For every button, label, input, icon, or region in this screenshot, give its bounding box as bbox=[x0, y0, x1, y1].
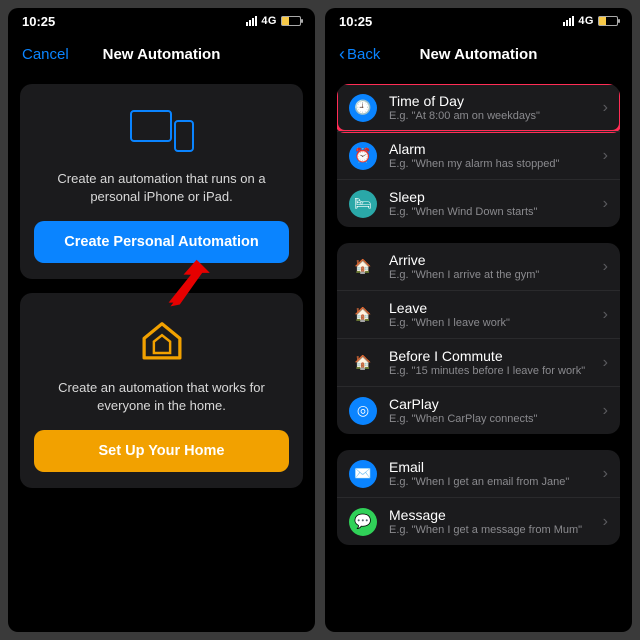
chevron-right-icon: › bbox=[603, 306, 608, 324]
row-title: Leave bbox=[389, 300, 591, 316]
chevron-right-icon: › bbox=[603, 465, 608, 483]
alarm-icon: ⏰ bbox=[349, 142, 377, 170]
battery-icon bbox=[598, 16, 618, 26]
trigger-row-clock[interactable]: 🕘 Time of DayE.g. "At 8:00 am on weekdays… bbox=[337, 84, 620, 131]
back-button[interactable]: ‹ Back bbox=[339, 45, 380, 63]
trigger-group: 🕘 Time of DayE.g. "At 8:00 am on weekdays… bbox=[337, 84, 620, 227]
row-subtitle: E.g. "When I leave work" bbox=[389, 317, 591, 329]
status-time: 10:25 bbox=[22, 14, 55, 29]
trigger-row-alarm[interactable]: ⏰ AlarmE.g. "When my alarm has stopped" › bbox=[337, 131, 620, 179]
row-subtitle: E.g. "When I arrive at the gym" bbox=[389, 269, 591, 281]
screen-create-automation: 10:25 4G Cancel New Automation Create an… bbox=[8, 8, 315, 632]
home-automation-card: Create an automation that works for ever… bbox=[20, 293, 303, 488]
row-subtitle: E.g. "When Wind Down starts" bbox=[389, 206, 591, 218]
row-subtitle: E.g. "When my alarm has stopped" bbox=[389, 158, 591, 170]
trigger-row-bed[interactable]: 🛏 SleepE.g. "When Wind Down starts" › bbox=[337, 179, 620, 227]
page-title: New Automation bbox=[420, 46, 538, 63]
devices-icon bbox=[34, 106, 289, 156]
row-title: Arrive bbox=[389, 252, 591, 268]
chevron-right-icon: › bbox=[603, 147, 608, 165]
home-desc: Create an automation that works for ever… bbox=[34, 379, 289, 414]
row-title: Sleep bbox=[389, 189, 591, 205]
row-title: Email bbox=[389, 459, 591, 475]
trigger-row-email[interactable]: ✉️ EmailE.g. "When I get an email from Ja… bbox=[337, 450, 620, 497]
network-label: 4G bbox=[578, 15, 594, 27]
chevron-right-icon: › bbox=[603, 195, 608, 213]
bed-icon: 🛏 bbox=[349, 190, 377, 218]
personal-automation-card: Create an automation that runs on a pers… bbox=[20, 84, 303, 279]
row-subtitle: E.g. "When CarPlay connects" bbox=[389, 413, 591, 425]
row-title: Before I Commute bbox=[389, 348, 591, 364]
set-up-home-button[interactable]: Set Up Your Home bbox=[34, 430, 289, 472]
chevron-right-icon: › bbox=[603, 258, 608, 276]
nav-bar: ‹ Back New Automation bbox=[325, 34, 632, 74]
row-subtitle: E.g. "15 minutes before I leave for work… bbox=[389, 365, 591, 377]
personal-desc: Create an automation that runs on a pers… bbox=[34, 170, 289, 205]
row-subtitle: E.g. "When I get a message from Mum" bbox=[389, 524, 591, 536]
trigger-group: 🏠ArriveE.g. "When I arrive at the gym"›🏠… bbox=[337, 243, 620, 434]
row-subtitle: E.g. "At 8:00 am on weekdays" bbox=[389, 110, 591, 122]
trigger-row-commute[interactable]: 🏠 Before I CommuteE.g. "15 minutes before… bbox=[337, 338, 620, 386]
create-personal-automation-button[interactable]: Create Personal Automation bbox=[34, 221, 289, 263]
home-icon bbox=[34, 315, 289, 365]
status-bar: 10:25 4G bbox=[325, 8, 632, 34]
battery-icon bbox=[281, 16, 301, 26]
row-title: CarPlay bbox=[389, 396, 591, 412]
row-title: Alarm bbox=[389, 141, 591, 157]
status-time: 10:25 bbox=[339, 14, 372, 29]
status-bar: 10:25 4G bbox=[8, 8, 315, 34]
clock-icon: 🕘 bbox=[349, 94, 377, 122]
network-label: 4G bbox=[261, 15, 277, 27]
chevron-right-icon: › bbox=[603, 99, 608, 117]
email-icon: ✉️ bbox=[349, 460, 377, 488]
chevron-left-icon: ‹ bbox=[339, 45, 345, 63]
screen-trigger-list: 10:25 4G ‹ Back New Automation 🕘 Time of … bbox=[325, 8, 632, 632]
chevron-right-icon: › bbox=[603, 354, 608, 372]
chevron-right-icon: › bbox=[603, 513, 608, 531]
row-title: Time of Day bbox=[389, 93, 591, 109]
trigger-group: ✉️ EmailE.g. "When I get an email from Ja… bbox=[337, 450, 620, 545]
signal-icon bbox=[563, 16, 574, 26]
cancel-button[interactable]: Cancel bbox=[22, 46, 69, 63]
trigger-row-message[interactable]: 💬 MessageE.g. "When I get a message from … bbox=[337, 497, 620, 545]
commute-icon: 🏠 bbox=[349, 349, 377, 377]
row-title: Message bbox=[389, 507, 591, 523]
row-subtitle: E.g. "When I get an email from Jane" bbox=[389, 476, 591, 488]
trigger-row-carplay[interactable]: ◎ CarPlayE.g. "When CarPlay connects" › bbox=[337, 386, 620, 434]
signal-icon bbox=[246, 16, 257, 26]
nav-bar: Cancel New Automation bbox=[8, 34, 315, 74]
message-icon: 💬 bbox=[349, 508, 377, 536]
leave-icon: 🏠 bbox=[349, 301, 377, 329]
chevron-right-icon: › bbox=[603, 402, 608, 420]
trigger-row-arrive[interactable]: 🏠 ArriveE.g. "When I arrive at the gym" › bbox=[337, 243, 620, 290]
arrive-icon: 🏠 bbox=[349, 253, 377, 281]
page-title: New Automation bbox=[103, 46, 221, 63]
trigger-row-leave[interactable]: 🏠 LeaveE.g. "When I leave work" › bbox=[337, 290, 620, 338]
carplay-icon: ◎ bbox=[349, 397, 377, 425]
